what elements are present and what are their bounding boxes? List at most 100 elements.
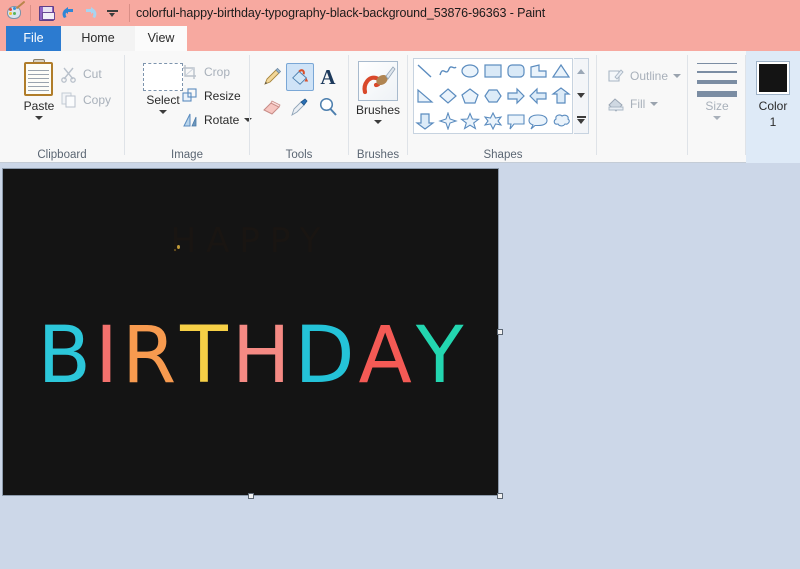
- handle-right-middle[interactable]: [497, 329, 503, 335]
- shape-pentagon[interactable]: [459, 84, 482, 109]
- shape-line[interactable]: [414, 59, 437, 84]
- qat-divider-1: [30, 5, 31, 21]
- shape-hexagon[interactable]: [482, 84, 505, 109]
- shape-down-arrow[interactable]: [414, 108, 437, 133]
- shape-curve[interactable]: [437, 59, 460, 84]
- resize-button[interactable]: Resize: [181, 85, 241, 107]
- redo-icon: [79, 2, 101, 24]
- outline-dropdown-caret-icon[interactable]: [673, 74, 682, 78]
- paste-label: Paste: [23, 99, 55, 113]
- size-label: Size: [705, 99, 729, 113]
- ribbon-group-size: Size: [688, 51, 745, 163]
- shape-right-arrow[interactable]: [504, 84, 527, 109]
- shapes-open-gallery-icon[interactable]: [575, 109, 588, 133]
- shapes-scroll-down-icon[interactable]: [575, 84, 588, 108]
- tab-view[interactable]: View: [135, 26, 187, 51]
- rotate-button[interactable]: Rotate: [181, 109, 253, 131]
- paste-dropdown-caret-icon[interactable]: [35, 116, 43, 120]
- letter-d: D: [294, 311, 355, 401]
- letter-h: H: [231, 311, 291, 401]
- pencil-icon: [264, 67, 282, 85]
- customize-quick-access-icon[interactable]: [101, 2, 123, 24]
- shape-triangle[interactable]: [549, 59, 572, 84]
- resize-icon: [181, 87, 199, 105]
- brushes-button[interactable]: Brushes: [355, 61, 401, 124]
- tool-eraser[interactable]: [258, 93, 286, 121]
- magnifier-icon: [319, 97, 337, 116]
- brushes-group-label: Brushes: [356, 149, 400, 161]
- shape-polygon[interactable]: [527, 59, 550, 84]
- tool-color-picker[interactable]: [286, 93, 314, 121]
- handle-bottom-middle[interactable]: [248, 493, 254, 499]
- cut-label: Cut: [83, 67, 102, 81]
- clipboard-group-label: Clipboard: [37, 149, 87, 161]
- tab-home[interactable]: Home: [61, 26, 135, 51]
- brushes-label: Brushes: [355, 103, 401, 117]
- line-thickness-icon: [697, 63, 737, 97]
- outline-button[interactable]: Outline: [607, 65, 682, 87]
- shapes-scroll-up-icon[interactable]: [575, 59, 588, 83]
- rotate-icon: [181, 111, 199, 129]
- resize-label: Resize: [204, 89, 241, 103]
- size-button[interactable]: Size: [696, 63, 738, 120]
- shapes-group-label: Shapes: [483, 149, 523, 161]
- spark-dot-2: [174, 249, 176, 251]
- size-dropdown-caret-icon[interactable]: [713, 116, 721, 120]
- letter-a: A: [358, 311, 412, 401]
- handle-bottom-right[interactable]: [497, 493, 503, 499]
- shape-five-point-star[interactable]: [459, 108, 482, 133]
- fill-dropdown-caret-icon[interactable]: [650, 102, 659, 106]
- canvas-artwork: HAPPY B I R T H D A Y: [3, 169, 498, 495]
- copy-label: Copy: [83, 93, 112, 107]
- select-dropdown-caret-icon[interactable]: [159, 110, 167, 114]
- tool-fill-with-color[interactable]: [286, 63, 314, 91]
- tab-file[interactable]: File: [6, 26, 61, 51]
- workspace[interactable]: HAPPY B I R T H D A Y: [0, 163, 800, 569]
- fill-button[interactable]: Fill: [607, 93, 659, 115]
- undo-icon[interactable]: [57, 2, 79, 24]
- shape-rounded-callout[interactable]: [527, 108, 550, 133]
- shapes-scrollbar[interactable]: [574, 58, 589, 134]
- shape-cloud-callout[interactable]: [549, 108, 572, 133]
- ribbon-group-image: Select Crop Resize Rotate Image: [125, 51, 253, 163]
- shape-four-point-star[interactable]: [437, 108, 460, 133]
- cut-button[interactable]: Cut: [60, 63, 102, 85]
- tool-text[interactable]: A: [314, 63, 342, 91]
- tool-magnifier[interactable]: [314, 93, 342, 121]
- color-picker-icon: [291, 98, 308, 117]
- shape-right-triangle[interactable]: [414, 84, 437, 109]
- crop-button[interactable]: Crop: [181, 61, 230, 83]
- fill-bucket-icon: [292, 69, 309, 85]
- shape-rounded-rectangle[interactable]: [504, 59, 527, 84]
- color-1-button[interactable]: [756, 61, 790, 95]
- fill-label: Fill: [630, 97, 646, 111]
- crop-icon: [181, 63, 199, 81]
- shape-diamond[interactable]: [437, 84, 460, 109]
- shape-oval[interactable]: [459, 59, 482, 84]
- ribbon-group-outline-fill: Outline Fill: [597, 51, 687, 163]
- shape-rectangular-callout[interactable]: [504, 108, 527, 133]
- color-1-label-line1: Color: [758, 99, 788, 113]
- copy-button[interactable]: Copy: [60, 89, 111, 111]
- paintbrush-icon: [358, 61, 398, 101]
- shapes-gallery: [413, 58, 573, 134]
- letter-y: Y: [415, 311, 464, 401]
- shape-rectangle[interactable]: [482, 59, 505, 84]
- shape-up-arrow[interactable]: [549, 84, 572, 109]
- letter-t: T: [180, 311, 228, 401]
- image-group-label: Image: [171, 149, 203, 161]
- brushes-dropdown-caret-icon[interactable]: [374, 120, 382, 124]
- save-icon[interactable]: [35, 2, 57, 24]
- tool-pencil[interactable]: [258, 63, 286, 91]
- paint-logo-icon: [4, 0, 26, 24]
- shape-six-point-star[interactable]: [482, 108, 505, 133]
- ribbon-tab-strip: File Home View: [0, 26, 800, 51]
- ribbon-group-clipboard: Paste Cut Copy Clipboard: [0, 51, 124, 163]
- window-title: colorful-happy-birthday-typography-black…: [136, 6, 546, 20]
- shape-left-arrow[interactable]: [527, 84, 550, 109]
- birthday-word: B I R T H D A Y: [3, 311, 498, 401]
- quick-access-toolbar: [0, 0, 130, 26]
- ribbon: Paste Cut Copy Clipboard Select Crop Res…: [0, 51, 800, 163]
- tools-group-label: Tools: [285, 149, 313, 161]
- image-canvas[interactable]: HAPPY B I R T H D A Y: [2, 168, 499, 496]
